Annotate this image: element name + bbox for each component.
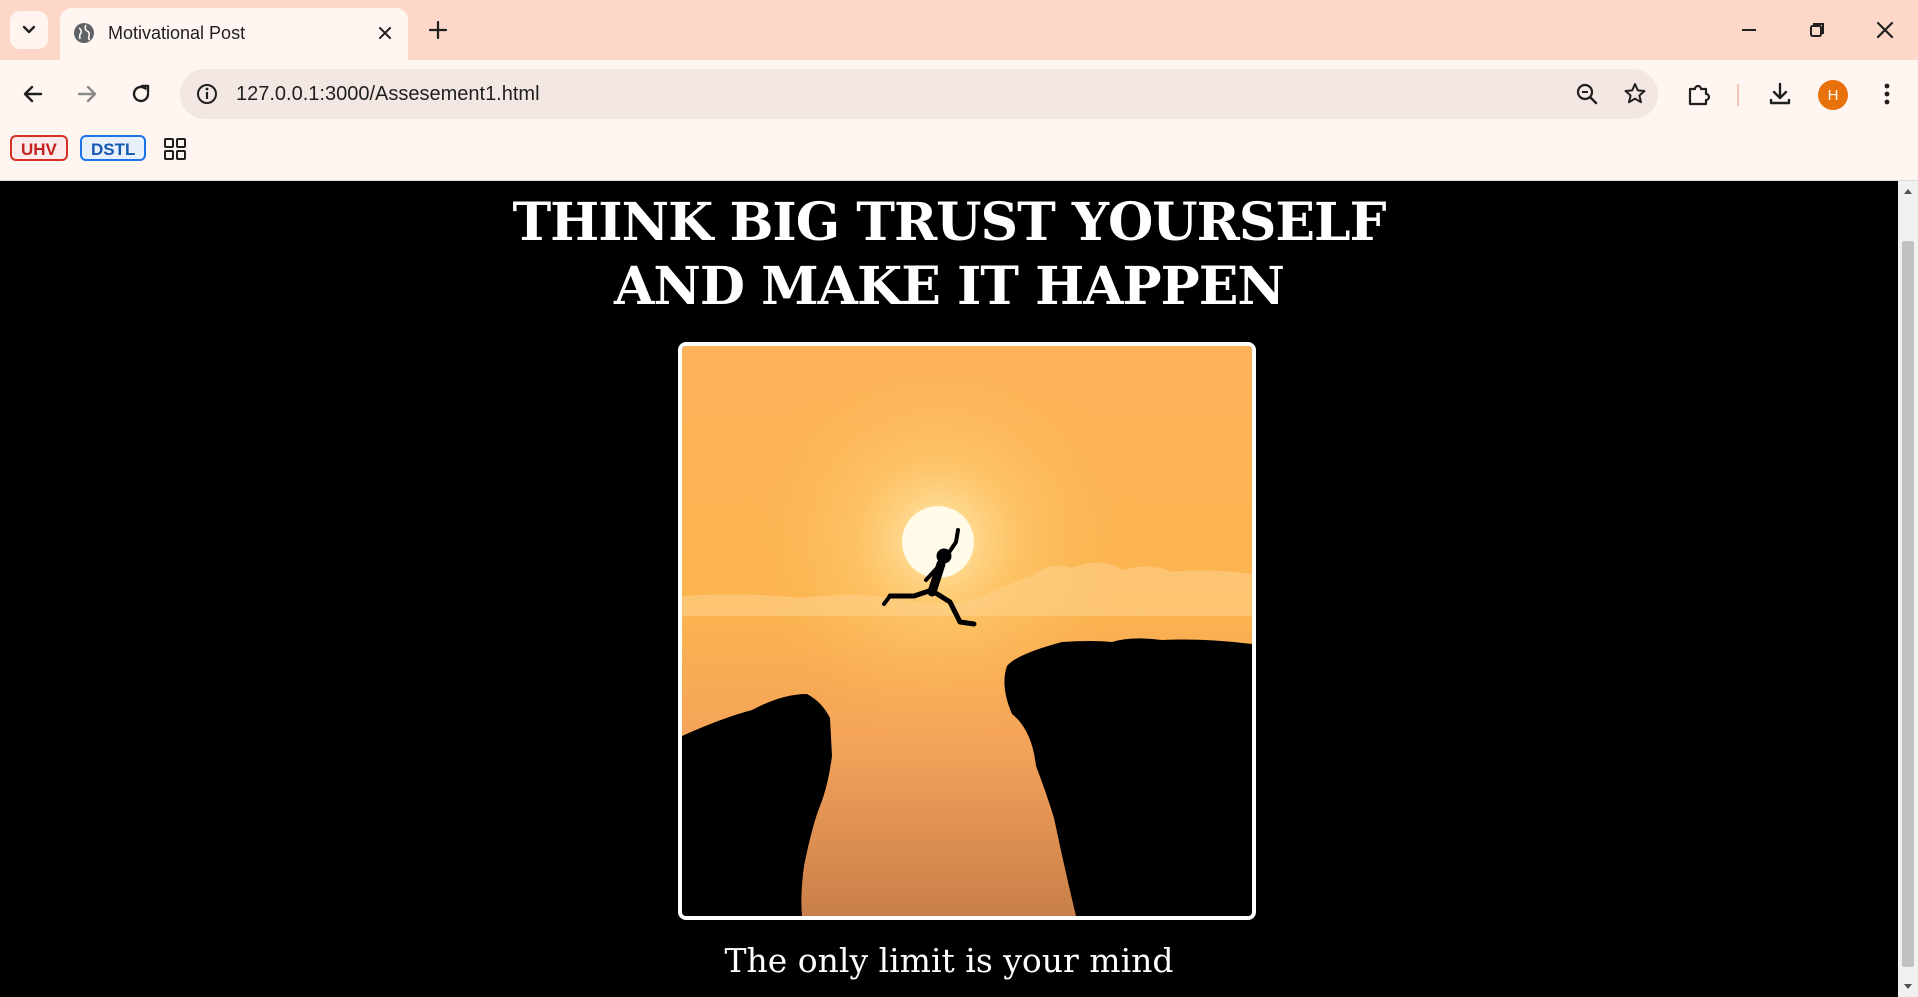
close-window-icon[interactable] (1869, 14, 1901, 46)
active-tab[interactable]: Motivational Post (60, 8, 408, 60)
tab-title: Motivational Post (108, 23, 246, 43)
headline-line-2: AND MAKE IT HAPPEN (614, 256, 1285, 317)
star-icon[interactable] (1622, 81, 1648, 107)
toolbar-divider (1737, 84, 1739, 106)
bookmark-uhv[interactable]: UHV (10, 135, 68, 161)
bookmark-dstl[interactable]: DSTL (80, 135, 147, 161)
address-bar[interactable]: 127.0.0.1:3000/Assesement1.html (180, 69, 1658, 119)
scroll-up-icon[interactable] (1903, 187, 1913, 197)
back-button[interactable] (16, 77, 50, 111)
tab-strip: Motivational Post (0, 0, 1918, 60)
globe-icon (74, 23, 94, 43)
apps-grid-icon[interactable] (163, 137, 187, 161)
minimize-icon[interactable] (1733, 14, 1765, 46)
scrollbar-thumb[interactable] (1902, 241, 1914, 967)
new-tab-icon[interactable] (424, 16, 452, 44)
page-scrollbar[interactable] (1898, 181, 1918, 997)
url-text[interactable]: 127.0.0.1:3000/Assesement1.html (236, 82, 540, 106)
headline: THINK BIG TRUST YOURSELF AND MAKE IT HAP… (0, 191, 1898, 319)
menu-button[interactable] (1870, 77, 1904, 111)
extensions-button[interactable] (1682, 77, 1716, 111)
caption: The only limit is your mind (724, 941, 1174, 980)
puzzle-icon (1688, 84, 1711, 106)
kebab-menu-icon (1884, 83, 1890, 105)
restore-icon[interactable] (1801, 14, 1833, 46)
close-tab-icon[interactable] (374, 22, 396, 44)
reload-button[interactable] (124, 77, 158, 111)
site-info-icon[interactable] (192, 79, 222, 109)
sunset-jump-illustration (682, 346, 1252, 916)
page-viewport: THINK BIG TRUST YOURSELF AND MAKE IT HAP… (0, 181, 1898, 997)
scroll-down-icon[interactable] (1903, 981, 1913, 991)
motivational-photo (678, 342, 1256, 920)
arrow-left-icon (23, 85, 43, 103)
tab-search-button[interactable] (10, 11, 48, 49)
browser-toolbar: 127.0.0.1:3000/Assesement1.html H (0, 60, 1918, 128)
downloads-button[interactable] (1763, 77, 1797, 111)
download-icon (1769, 82, 1791, 105)
chevron-down-icon (22, 25, 36, 34)
forward-button[interactable] (70, 77, 104, 111)
arrow-right-icon (77, 85, 97, 103)
reload-icon (132, 84, 150, 103)
bookmarks-bar: UHV DSTL (0, 128, 1918, 181)
profile-avatar[interactable]: H (1818, 80, 1848, 110)
zoom-icon[interactable] (1574, 81, 1600, 107)
headline-line-1: THINK BIG TRUST YOURSELF (512, 192, 1386, 253)
